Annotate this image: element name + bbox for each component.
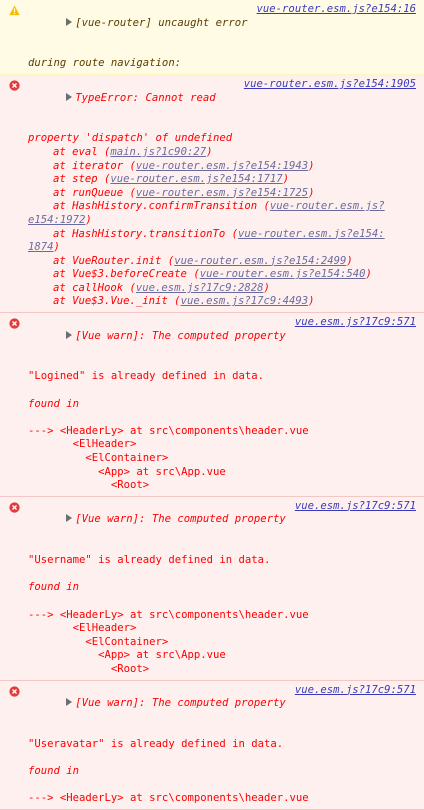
component-trace-line: <App> at src\App.vue: [28, 649, 226, 662]
stack-frame: at eval (main.js?1c90:27): [53, 145, 213, 158]
stack-frame: at runQueue (vue-router.esm.js?e154:1725…: [53, 186, 315, 199]
stack-frame: at Vue$3.beforeCreate (vue-router.esm.js…: [53, 268, 372, 281]
source-link[interactable]: vue-router.esm.js?e154:1905: [244, 78, 416, 92]
stack-frame-link[interactable]: main.js?1c90:27: [110, 146, 206, 158]
component-trace-line: <Root>: [28, 479, 150, 492]
stack-frame-link[interactable]: vue-router.esm.js?e154:: [238, 228, 385, 240]
component-trace-line: ---> <HeaderLy> at src\components\header…: [28, 424, 309, 437]
stack-frame-link[interactable]: vue-router.esm.js?e154:1943: [136, 160, 308, 172]
console-error-message[interactable]: [Vue warn]: The computed property vue.es…: [0, 496, 424, 681]
console-warning-message[interactable]: [vue-router] uncaught error vue-router.e…: [0, 0, 424, 75]
stack-frame: at Vue$3.Vue._init (vue.esm.js?17c9:4493…: [53, 295, 315, 308]
stack-frame: at HashHistory.transitionTo (vue-router.…: [53, 227, 385, 240]
component-trace-line: <ElHeader>: [28, 438, 137, 451]
error-head-2: "Useravatar" is already defined in data.: [28, 737, 284, 750]
error-head: [Vue warn]: The computed property: [75, 329, 286, 342]
error-head-2: property 'dispatch' of undefined: [28, 132, 233, 145]
error-head: [Vue warn]: The computed property: [75, 697, 286, 710]
stack-frame-link[interactable]: vue-router.esm.js?e154:2499: [174, 255, 346, 267]
source-link[interactable]: vue.esm.js?17c9:571: [295, 316, 416, 330]
stack-frame-link[interactable]: e154:1972: [28, 214, 85, 226]
stack-frame: at callHook (vue.esm.js?17c9:2828): [53, 281, 270, 294]
stack-frame-link[interactable]: vue.esm.js?17c9:4493: [181, 295, 309, 307]
stack-frame: at HashHistory.confirmTransition (vue-ro…: [53, 200, 385, 213]
found-in-label: found in: [28, 765, 80, 778]
error-icon: [9, 80, 20, 91]
source-link[interactable]: vue-router.esm.js?e154:16: [257, 3, 416, 17]
component-trace-line: ---> <HeaderLy> at src\components\header…: [28, 792, 309, 805]
stack-frame: at iterator (vue-router.esm.js?e154:1943…: [53, 159, 315, 172]
error-icon: [9, 318, 20, 329]
stack-frame-link[interactable]: vue.esm.js?17c9:2828: [136, 282, 264, 294]
error-head: [Vue warn]: The computed property: [75, 513, 286, 526]
message-text: [vue-router] uncaught error: [75, 16, 248, 29]
error-head-2: "Logined" is already defined in data.: [28, 370, 264, 383]
stack-frame: at VueRouter.init (vue-router.esm.js?e15…: [53, 254, 353, 267]
stack-frame-cont: 1874): [28, 241, 60, 254]
console-error-message[interactable]: TypeError: Cannot read vue-router.esm.js…: [0, 74, 424, 314]
error-icon: [9, 685, 20, 697]
message-text: during route navigation:: [28, 57, 182, 70]
console-error-message[interactable]: [Vue warn]: The computed property vue.es…: [0, 680, 424, 810]
component-trace-line: ---> <HeaderLy> at src\components\header…: [28, 608, 309, 621]
console-log: [vue-router] uncaught error vue-router.e…: [0, 0, 424, 810]
stack-frame-link[interactable]: 1874: [28, 241, 54, 253]
expand-triangle-icon[interactable]: [66, 92, 73, 101]
console-error-message[interactable]: [Vue warn]: The computed property vue.es…: [0, 313, 424, 497]
source-link[interactable]: vue.esm.js?17c9:571: [295, 500, 416, 514]
stack-frame: at step (vue-router.esm.js?e154:1717): [53, 173, 290, 186]
expand-triangle-icon[interactable]: [66, 514, 73, 523]
found-in-label: found in: [28, 581, 80, 594]
error-head: TypeError: Cannot read: [75, 91, 216, 104]
stack-frame-link[interactable]: vue-router.esm.js?: [270, 200, 385, 212]
error-icon: [9, 502, 20, 513]
warning-icon: [9, 5, 20, 16]
expand-triangle-icon[interactable]: [66, 698, 73, 707]
stack-frame-link[interactable]: vue-router.esm.js?e154:1725: [136, 187, 308, 199]
source-link[interactable]: vue.esm.js?17c9:571: [295, 684, 416, 698]
stack-frame-link[interactable]: vue-router.esm.js?e154:540: [200, 268, 366, 280]
expand-triangle-icon[interactable]: [66, 17, 73, 26]
component-trace-line: <Root>: [28, 662, 150, 675]
expand-triangle-icon[interactable]: [66, 330, 73, 339]
found-in-label: found in: [28, 397, 80, 410]
error-head-2: "Username" is already defined in data.: [28, 554, 271, 567]
stack-frame-cont: e154:1972): [28, 213, 92, 226]
component-trace-line: <App> at src\App.vue: [28, 465, 226, 478]
component-trace-line: <ElHeader>: [28, 622, 137, 635]
component-trace-line: <ElContainer>: [28, 452, 169, 464]
component-trace-line: <ElContainer>: [28, 635, 169, 648]
stack-frame-link[interactable]: vue-router.esm.js?e154:1717: [110, 173, 282, 185]
